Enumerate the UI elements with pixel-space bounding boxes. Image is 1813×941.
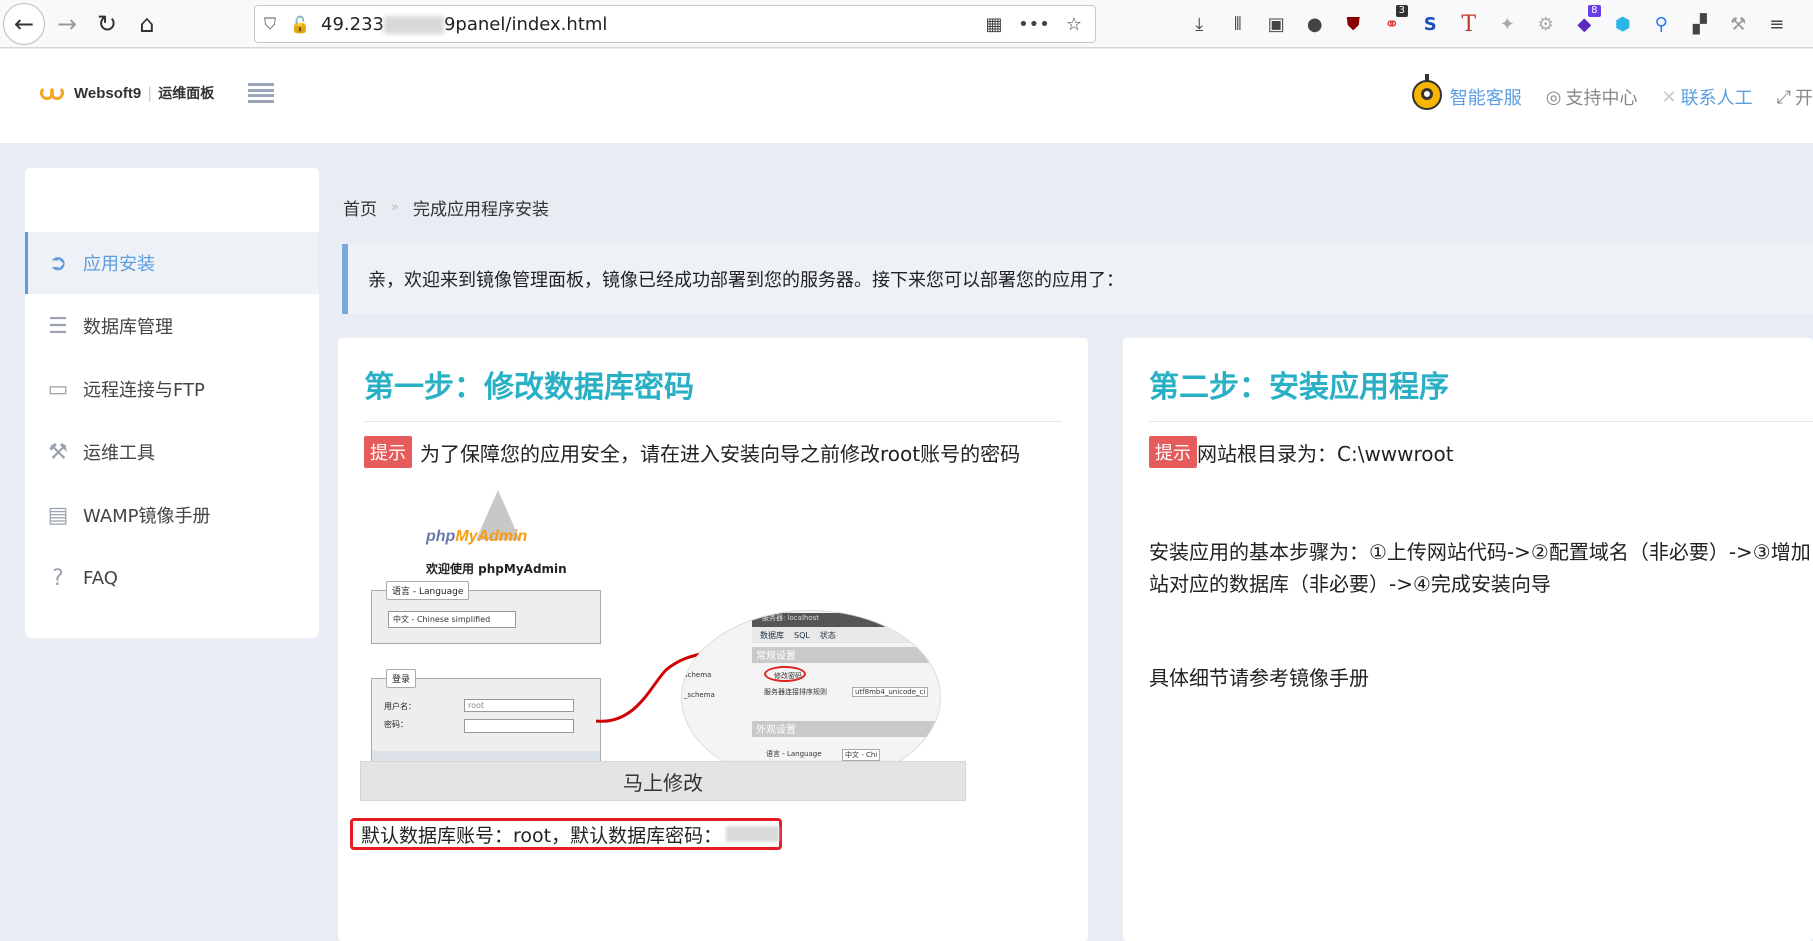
- sidebar: ➲ 应用安装 ☰ 数据库管理 ▭ 远程连接与FTP ⚒ 运维工具 ▤ WAMP镜…: [25, 168, 319, 638]
- database-icon: ☰: [48, 313, 68, 339]
- pma-language-select: 中文 - Chinese simplified: [388, 611, 516, 628]
- monitor-icon: ▭: [47, 376, 69, 402]
- breadcrumb-home[interactable]: 首页: [343, 195, 377, 220]
- robot-mascot-icon: [1408, 74, 1446, 120]
- step2-tip: 提示 网站根目录为：C:\wwwroot: [1149, 436, 1454, 468]
- sidebar-icon[interactable]: ▣: [1257, 6, 1296, 42]
- welcome-notice: 亲，欢迎来到镜像管理面板，镜像已经成功部署到您的服务器。接下来您可以部署您的应用…: [342, 244, 1813, 314]
- extension-pin-icon[interactable]: ⚲: [1642, 6, 1681, 42]
- lifebuoy-icon: ◎: [1545, 86, 1562, 108]
- forward-icon[interactable]: →: [49, 6, 85, 42]
- app-header: Websoft9 | 运维面板 智能客服 ◎ 支持中心 ✕ 联系人工 ⤢ 开: [0, 49, 1813, 143]
- breadcrumb: 首页 » 完成应用程序安装: [343, 195, 549, 220]
- pma-username-input: root: [464, 699, 574, 712]
- sidebar-item-database[interactable]: ☰ 数据库管理: [25, 295, 319, 357]
- websoft9-logo[interactable]: Websoft9 | 运维面板: [40, 83, 214, 103]
- sidebar-item-wamp-manual[interactable]: ▤ WAMP镜像手册: [25, 484, 319, 546]
- divider: [364, 421, 1062, 422]
- address-bar[interactable]: ⛉ 🔓 49.233 9panel/index.html ▦ ••• ☆: [254, 5, 1096, 43]
- breadcrumb-current: 完成应用程序安装: [412, 200, 549, 220]
- arrow-circle-icon: ➲: [48, 250, 68, 276]
- step1-title: 第一步：修改数据库密码: [364, 370, 694, 405]
- menu-icon[interactable]: ≡: [1758, 6, 1797, 42]
- extension-gem-icon[interactable]: ◆ 8: [1565, 5, 1604, 42]
- extension-s-icon[interactable]: S: [1411, 6, 1450, 42]
- cross-icon: ✕: [1661, 86, 1677, 108]
- fullscreen-link[interactable]: ⤢ 开: [1777, 84, 1813, 110]
- question-icon: ?: [52, 565, 64, 591]
- brand-subtitle: 运维面板: [158, 86, 215, 102]
- highlight-circle: [764, 666, 806, 682]
- qr-code-icon[interactable]: ▦: [977, 14, 1011, 35]
- contact-human-link[interactable]: ✕ 联系人工: [1662, 84, 1753, 110]
- pma-zoom-circle: 服务器: localhost 数据库 SQL 状态 常规设置 修改密码 服务器连…: [681, 610, 941, 785]
- extension-graph-icon[interactable]: ⚭ 3: [1373, 5, 1412, 42]
- pma-password-input: [464, 719, 574, 733]
- webroot-text: 网站根目录为：C:\wwwroot: [1197, 441, 1454, 466]
- sidebar-item-ops-tools[interactable]: ⚒ 运维工具: [25, 421, 319, 483]
- expand-icon: ⤢: [1776, 86, 1791, 108]
- url-text[interactable]: 49.233 9panel/index.html: [321, 14, 607, 35]
- menu-toggle-icon[interactable]: [248, 83, 274, 103]
- step1-card: 第一步：修改数据库密码 提示 为了保障您的应用安全，请在进入安装向导之前修改ro…: [338, 338, 1088, 941]
- insecure-lock-icon[interactable]: 🔓: [285, 15, 315, 34]
- pma-language-box: 语言 - Language 中文 - Chinese simplified: [371, 581, 601, 644]
- home-icon[interactable]: ⌂: [129, 6, 165, 42]
- shield-icon[interactable]: ⛉: [255, 14, 285, 34]
- library-icon[interactable]: ⫴: [1219, 6, 1258, 42]
- bookmark-star-icon[interactable]: ☆: [1057, 14, 1091, 35]
- pma-welcome-text: 欢迎使用 phpMyAdmin: [426, 562, 567, 576]
- page-actions-icon[interactable]: •••: [1017, 14, 1051, 35]
- extension-wrench-icon[interactable]: ⚒: [1719, 6, 1758, 42]
- reload-icon[interactable]: ↻: [89, 6, 125, 42]
- extension-cube-icon[interactable]: ⬢: [1604, 6, 1643, 42]
- step2-title: 第二步：安装应用程序: [1149, 370, 1449, 405]
- manual-reference: 具体细节请参考镜像手册: [1149, 666, 1369, 690]
- ublock-icon[interactable]: ⛊: [1334, 6, 1373, 42]
- install-steps-line2: 站对应的数据库（非必要）->④完成安装向导: [1149, 572, 1551, 596]
- tip-badge: 提示: [364, 436, 412, 468]
- sidebar-item-app-install[interactable]: ➲ 应用安装: [25, 232, 319, 294]
- extension-gear-icon[interactable]: ⚙: [1527, 6, 1566, 42]
- redacted-password: [726, 826, 779, 842]
- book-icon: ▤: [47, 502, 69, 528]
- phpmyadmin-logo: phpMyAdmin: [426, 490, 536, 550]
- divider: [1149, 421, 1813, 422]
- logo-divider: |: [147, 84, 153, 102]
- back-icon[interactable]: ←: [3, 2, 45, 45]
- account-icon[interactable]: ●: [1296, 6, 1335, 42]
- default-credentials: 默认数据库账号：root，默认数据库密码：: [350, 818, 782, 850]
- brand-name: Websoft9: [74, 84, 142, 102]
- extension-t-icon[interactable]: T: [1450, 6, 1489, 42]
- support-center-link[interactable]: ◎ 支持中心: [1546, 84, 1638, 110]
- tip-badge: 提示: [1149, 436, 1197, 468]
- sidebar-item-remote-ftp[interactable]: ▭ 远程连接与FTP: [25, 358, 319, 420]
- redacted-ip: [383, 15, 444, 34]
- phpmyadmin-illustration: phpMyAdmin 欢迎使用 phpMyAdmin 语言 - Language…: [371, 490, 956, 798]
- step2-card: 第二步：安装应用程序 提示 网站根目录为：C:\wwwroot 安装应用的基本步…: [1123, 338, 1813, 941]
- install-steps-line1: 安装应用的基本步骤为：①上传网站代码->②配置域名（非必要）->③增加: [1149, 540, 1811, 564]
- breadcrumb-separator: »: [391, 200, 399, 215]
- tools-icon: ⚒: [48, 439, 68, 465]
- logo-mark-icon: [40, 83, 70, 103]
- downloads-icon[interactable]: ⤓: [1180, 6, 1219, 42]
- tip-text: 为了保障您的应用安全，请在进入安装向导之前修改root账号的密码: [420, 441, 1021, 466]
- step1-tip: 提示 为了保障您的应用安全，请在进入安装向导之前修改root账号的密码: [364, 436, 1020, 468]
- browser-toolbar: ← → ↻ ⌂ ⛉ 🔓 49.233 9panel/index.html ▦ ••…: [0, 0, 1813, 48]
- extension-puzzle-icon[interactable]: ✦: [1488, 6, 1527, 42]
- change-password-button[interactable]: 马上修改: [360, 761, 966, 801]
- smart-service-link[interactable]: 智能客服: [1408, 74, 1522, 120]
- extension-grid-icon[interactable]: ▞: [1681, 6, 1720, 42]
- sidebar-item-faq[interactable]: ? FAQ: [25, 547, 319, 609]
